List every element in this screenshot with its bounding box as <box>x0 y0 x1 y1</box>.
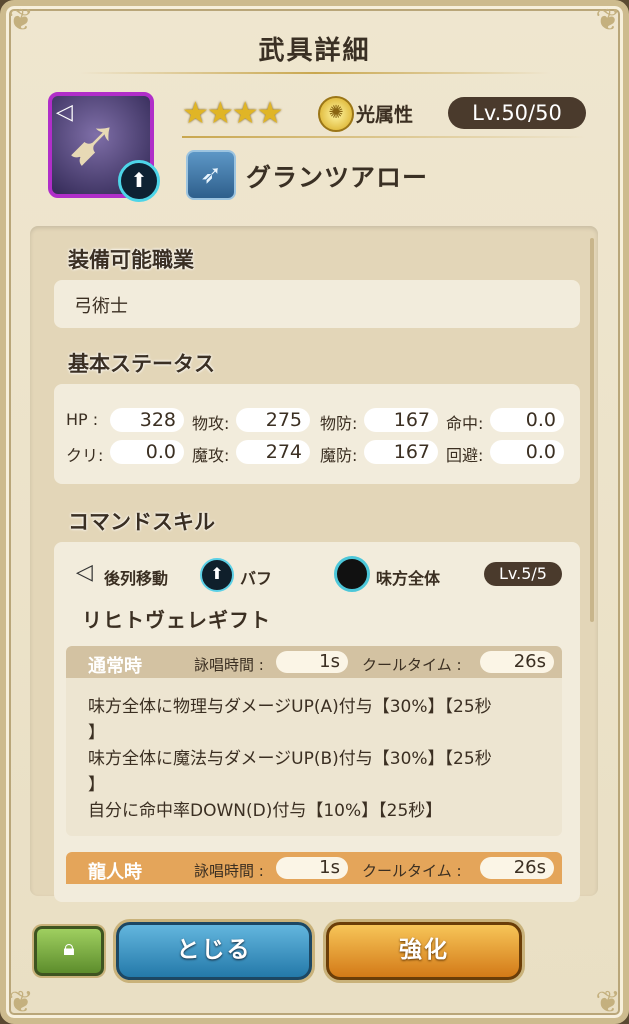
lock-icon: 🔒︎ <box>63 936 75 961</box>
back-row-move-icon: ◁ <box>76 560 93 585</box>
command-skill-heading: コマンドスキル <box>68 510 215 534</box>
cooldown-value: 26s <box>480 857 554 879</box>
stat-value-hit: 0.0 <box>490 408 564 432</box>
skill-level-badge: Lv.5/5 <box>484 562 562 586</box>
stat-label-hit: 命中: <box>446 414 484 433</box>
stat-label-crit: クリ: <box>66 446 104 465</box>
effect-line: 自分に命中率DOWN(D)付与【10%】【25秒】 <box>88 801 443 821</box>
cooldown-value: 26s <box>480 651 554 673</box>
stat-label-pdef: 物防: <box>320 414 358 433</box>
buff-up-icon: ⬆ <box>118 160 160 202</box>
effect-line: 味方全体に物理与ダメージUP(A)付与【30%】【25秒 <box>88 697 492 717</box>
skill-tag-buff: バフ <box>240 569 273 588</box>
base-stats-heading: 基本ステータス <box>68 352 215 376</box>
stat-value-patk: 275 <box>236 408 310 432</box>
buff-icon: ⬆ <box>200 558 234 592</box>
stat-label-hp: HP : <box>66 410 99 429</box>
normal-mode-title: 通常時 <box>88 656 142 677</box>
corner-ornament-icon: ❦ <box>8 985 34 1020</box>
skill-name: リヒトヴェレギフト <box>82 608 271 632</box>
page-title: 武具詳細 <box>258 36 371 66</box>
cast-time-label: 詠唱時間 : <box>194 862 264 880</box>
equip-jobs-heading: 装備可能職業 <box>68 248 194 272</box>
stat-label-mdef: 魔防: <box>320 446 358 465</box>
stat-value-hp: 328 <box>110 408 184 432</box>
weapon-name: グランツアロー <box>246 163 429 192</box>
weapon-level-badge: Lv.50/50 <box>448 97 586 129</box>
stat-label-evade: 回避: <box>446 446 484 465</box>
equip-jobs-box <box>54 280 580 328</box>
attribute-label: 光属性 <box>356 104 414 126</box>
stat-value-matk: 274 <box>236 440 310 464</box>
cooldown-label: クールタイム : <box>362 656 462 674</box>
skill-tag-move: 後列移動 <box>104 569 169 588</box>
enhance-button[interactable]: 強化 <box>326 922 522 980</box>
bow-icon: ➹ <box>66 106 120 180</box>
cooldown-label: クールタイム : <box>362 862 462 880</box>
stat-value-crit: 0.0 <box>110 440 184 464</box>
scrollbar[interactable] <box>590 238 594 622</box>
effect-line: 】 <box>88 723 105 743</box>
close-button[interactable]: とじる <box>116 922 312 980</box>
base-stats-box <box>54 384 580 484</box>
lock-button[interactable]: 🔒︎ <box>34 926 104 976</box>
cast-time-value: 1s <box>276 857 348 879</box>
cast-time-value: 1s <box>276 651 348 673</box>
stat-value-evade: 0.0 <box>490 440 564 464</box>
effect-line: 】 <box>88 775 105 795</box>
all-allies-target-icon <box>334 556 370 592</box>
equip-job-value: 弓術士 <box>74 296 128 317</box>
header-divider <box>182 136 586 138</box>
bow-type-icon: ➶ <box>186 150 236 200</box>
stat-value-pdef: 167 <box>364 408 438 432</box>
stat-label-matk: 魔攻: <box>192 446 230 465</box>
light-attribute-icon: ✺ <box>318 96 354 132</box>
cast-time-label: 詠唱時間 : <box>194 656 264 674</box>
rarity-stars: ★★★★ <box>182 96 284 131</box>
title-divider <box>80 72 550 74</box>
stat-value-mdef: 167 <box>364 440 438 464</box>
effect-line: 味方全体に魔法与ダメージUP(B)付与【30%】【25秒 <box>88 749 492 769</box>
corner-ornament-icon: ❦ <box>595 985 621 1020</box>
stat-label-patk: 物攻: <box>192 414 230 433</box>
dragon-mode-title: 龍人時 <box>88 862 142 883</box>
skill-tag-target: 味方全体 <box>376 569 441 588</box>
